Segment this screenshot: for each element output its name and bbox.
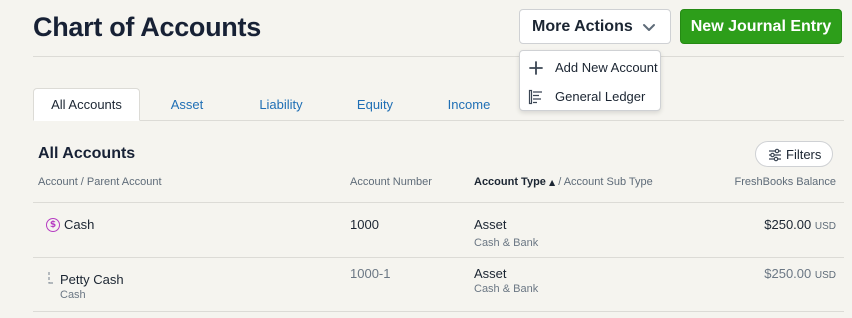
menu-item-label: General Ledger bbox=[555, 89, 646, 104]
tab-income[interactable]: Income bbox=[437, 88, 501, 121]
parent-account: Cash bbox=[60, 289, 86, 301]
more-actions-menu: Add New Account General Ledger bbox=[519, 50, 661, 111]
tab-equity[interactable]: Equity bbox=[347, 88, 403, 121]
header-row-divider bbox=[33, 202, 844, 203]
account-subtype: Cash & Bank bbox=[474, 283, 539, 295]
balance-amount: $250.00 bbox=[764, 266, 812, 281]
menu-item-label: Add New Account bbox=[555, 60, 658, 75]
more-actions-label: More Actions bbox=[532, 17, 633, 35]
ledger-icon bbox=[528, 89, 542, 105]
balance-currency: USD bbox=[814, 221, 836, 232]
account-balance: $250.00 USD bbox=[764, 217, 836, 232]
new-journal-entry-button[interactable]: New Journal Entry bbox=[680, 9, 842, 44]
account-balance: $250.00 USD bbox=[764, 266, 836, 281]
account-number: 1000-1 bbox=[350, 266, 391, 281]
menu-item-general-ledger[interactable]: General Ledger bbox=[520, 82, 660, 110]
chevron-down-icon bbox=[643, 24, 655, 31]
section-title: All Accounts bbox=[38, 145, 136, 162]
more-actions-button[interactable]: More Actions bbox=[519, 9, 671, 44]
account-name[interactable]: Cash bbox=[64, 217, 94, 232]
tab-asset[interactable]: Asset bbox=[160, 88, 214, 121]
plus-icon bbox=[529, 61, 543, 75]
column-header-number[interactable]: Account Number bbox=[350, 176, 432, 188]
account-type: Asset bbox=[474, 266, 507, 281]
account-type: Asset bbox=[474, 217, 507, 232]
filters-label: Filters bbox=[786, 147, 822, 162]
menu-item-add-new-account[interactable]: Add New Account bbox=[520, 53, 660, 81]
balance-currency: USD bbox=[814, 270, 836, 281]
row-divider bbox=[33, 257, 844, 258]
header-divider bbox=[33, 56, 844, 57]
dollar-circle-icon: $ bbox=[46, 218, 60, 232]
column-header-type-label: Account Type bbox=[474, 176, 546, 188]
balance-amount: $250.00 bbox=[764, 217, 812, 232]
column-header-subtype-label: / Account Sub Type bbox=[555, 176, 653, 188]
column-header-type[interactable]: Account Type ▲ / Account Sub Type bbox=[474, 176, 653, 188]
child-account-icon bbox=[48, 272, 53, 284]
filters-button[interactable]: Filters bbox=[755, 141, 833, 167]
tab-liability[interactable]: Liability bbox=[248, 88, 314, 121]
page-title: Chart of Accounts bbox=[33, 12, 261, 42]
account-subtype: Cash & Bank bbox=[474, 237, 539, 249]
row-divider bbox=[33, 311, 844, 312]
account-name[interactable]: Petty Cash bbox=[60, 272, 124, 287]
tab-all-accounts[interactable]: All Accounts bbox=[33, 88, 140, 121]
column-header-balance[interactable]: FreshBooks Balance bbox=[735, 176, 837, 188]
sliders-icon bbox=[769, 148, 781, 162]
account-number: 1000 bbox=[350, 217, 379, 232]
column-header-account[interactable]: Account / Parent Account bbox=[38, 176, 162, 188]
